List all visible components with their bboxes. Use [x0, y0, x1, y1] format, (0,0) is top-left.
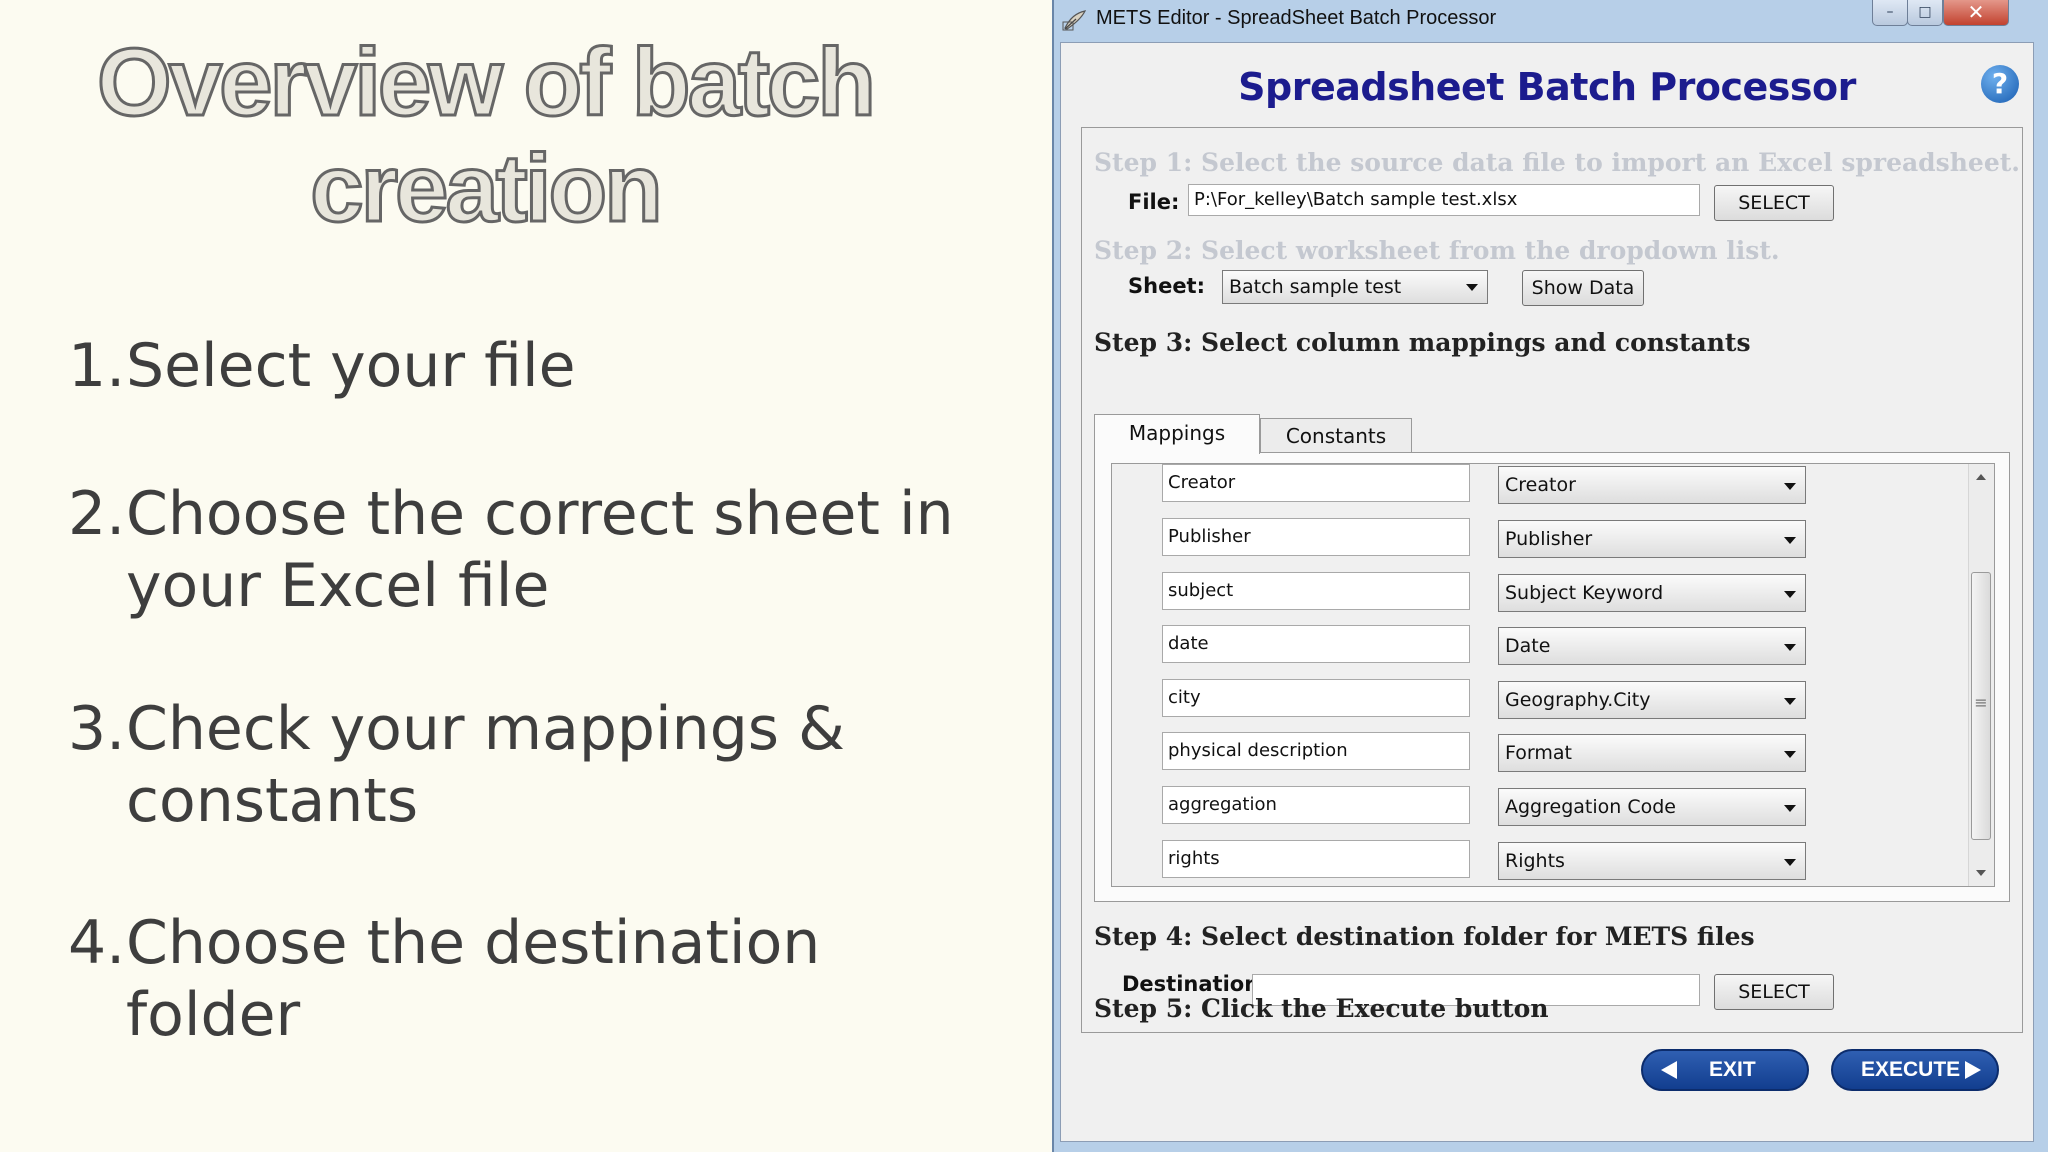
mapping-row: subject Subject Keyword [1112, 572, 1994, 612]
help-question-icon[interactable]: ? [1981, 65, 2019, 103]
mapping-column-input[interactable]: aggregation [1162, 786, 1470, 824]
mapping-field-dropdown[interactable]: Subject Keyword [1498, 574, 1806, 612]
scroll-down-icon[interactable] [1976, 870, 1986, 876]
execute-button[interactable]: EXECUTE [1831, 1049, 1999, 1091]
exit-button-label: EXIT [1709, 1058, 1756, 1081]
mapping-row: rights Rights [1112, 840, 1994, 880]
step2-label: Step 2: Select worksheet from the dropdo… [1094, 236, 1780, 265]
dropdown-arrow-icon [1784, 751, 1796, 758]
dialog-client-area: Spreadsheet Batch Processor ? Step 1: Se… [1060, 42, 2034, 1142]
mapping-column-input[interactable]: subject [1162, 572, 1470, 610]
mapping-row: Publisher Publisher [1112, 518, 1994, 558]
dropdown-arrow-icon [1784, 591, 1796, 598]
step-number: 4. [68, 908, 126, 978]
step4-label: Step 4: Select destination folder for ME… [1094, 922, 1755, 951]
step1-label: Step 1: Select the source data file to i… [1094, 148, 2020, 177]
mapping-column-input[interactable]: physical description [1162, 732, 1470, 770]
dialog-heading: Spreadsheet Batch Processor [1238, 65, 1856, 109]
scroll-up-icon[interactable] [1976, 474, 1986, 480]
mapping-field-value: Subject Keyword [1505, 582, 1664, 604]
mapping-column-input[interactable]: city [1162, 679, 1470, 717]
maximize-button[interactable]: □ [1907, 0, 1943, 26]
step-number: 2. [68, 479, 126, 549]
dropdown-arrow-icon [1784, 644, 1796, 651]
mapping-column-input[interactable]: Publisher [1162, 518, 1470, 556]
mapping-field-dropdown[interactable]: Creator [1498, 466, 1806, 504]
dropdown-arrow-icon [1784, 805, 1796, 812]
window-title: METS Editor - SpreadSheet Batch Processo… [1096, 7, 1497, 29]
mapping-field-value: Geography.City [1505, 689, 1651, 711]
mapping-row: aggregation Aggregation Code [1112, 786, 1994, 826]
mappings-scrollbar[interactable]: ≡ [1968, 464, 1994, 886]
file-select-button[interactable]: SELECT [1714, 185, 1834, 221]
forward-arrow-icon [1965, 1061, 1981, 1079]
mapping-field-value: Aggregation Code [1505, 796, 1676, 818]
step5-label: Step 5: Click the Execute button [1094, 994, 1549, 1023]
tab-mappings[interactable]: Mappings [1094, 414, 1260, 454]
scrollbar-thumb[interactable]: ≡ [1971, 572, 1991, 840]
mapping-field-dropdown[interactable]: Geography.City [1498, 681, 1806, 719]
tab-constants[interactable]: Constants [1260, 418, 1412, 454]
mapping-column-input[interactable]: date [1162, 625, 1470, 663]
mapping-column-input[interactable]: rights [1162, 840, 1470, 878]
mapping-field-dropdown[interactable]: Rights [1498, 842, 1806, 880]
mapping-row: Creator Creator [1112, 464, 1994, 504]
dropdown-arrow-icon [1784, 483, 1796, 490]
step-number: 3. [68, 694, 126, 764]
step-text: Select your file [126, 331, 576, 401]
minimize-button[interactable]: – [1872, 0, 1908, 26]
mappings-list: Creator Creator Publisher Publisher subj… [1111, 463, 1995, 887]
slide-title: Overview of batch creation [96, 28, 878, 243]
mapping-column-input[interactable]: Creator [1162, 464, 1470, 502]
slide-panel: Overview of batch creation 1. Select you… [0, 0, 1052, 1152]
file-label: File: [1128, 190, 1180, 214]
mapping-row: physical description Format [1112, 732, 1994, 772]
mapping-field-value: Publisher [1505, 528, 1593, 550]
steps-group-box: Step 1: Select the source data file to i… [1081, 127, 2023, 1033]
app-feather-icon [1062, 10, 1087, 31]
file-path-input[interactable]: P:\For_kelley\Batch sample test.xlsx [1188, 184, 1700, 216]
show-data-button[interactable]: Show Data [1522, 270, 1644, 306]
mapping-field-dropdown[interactable]: Format [1498, 734, 1806, 772]
dropdown-arrow-icon [1784, 537, 1796, 544]
mappings-tab-panel: Creator Creator Publisher Publisher subj… [1094, 452, 2010, 902]
mapping-field-value: Rights [1505, 850, 1565, 872]
mapping-field-value: Creator [1505, 474, 1576, 496]
step-text: Choose the destination folder [126, 908, 821, 1050]
exit-button[interactable]: EXIT [1641, 1049, 1809, 1091]
window-titlebar[interactable]: METS Editor - SpreadSheet Batch Processo… [1054, 0, 2048, 42]
mapping-field-dropdown[interactable]: Publisher [1498, 520, 1806, 558]
back-arrow-icon [1661, 1061, 1677, 1079]
close-button[interactable]: ✕ [1943, 0, 2009, 26]
mapping-field-value: Format [1505, 742, 1572, 764]
mapping-row: city Geography.City [1112, 679, 1994, 719]
dropdown-arrow-icon [1784, 698, 1796, 705]
sheet-dropdown[interactable]: Batch sample test [1222, 270, 1488, 304]
execute-button-label: EXECUTE [1861, 1058, 1961, 1081]
destination-select-button[interactable]: SELECT [1714, 974, 1834, 1010]
mapping-field-dropdown[interactable]: Date [1498, 627, 1806, 665]
mapping-row: date Date [1112, 625, 1994, 665]
sheet-label: Sheet: [1128, 274, 1205, 298]
batch-processor-window: METS Editor - SpreadSheet Batch Processo… [1052, 0, 2048, 1152]
step3-label: Step 3: Select column mappings and const… [1094, 328, 1751, 357]
dropdown-arrow-icon [1784, 859, 1796, 866]
mapping-field-dropdown[interactable]: Aggregation Code [1498, 788, 1806, 826]
dropdown-arrow-icon [1466, 284, 1478, 291]
step-number: 1. [68, 331, 126, 401]
destination-label: Destination: [1122, 972, 1268, 996]
sheet-selected-value: Batch sample test [1229, 276, 1402, 298]
step-text: Check your mappings & constants [126, 694, 845, 836]
mapping-field-value: Date [1505, 635, 1551, 657]
step-text: Choose the correct sheet in your Excel f… [126, 479, 954, 621]
